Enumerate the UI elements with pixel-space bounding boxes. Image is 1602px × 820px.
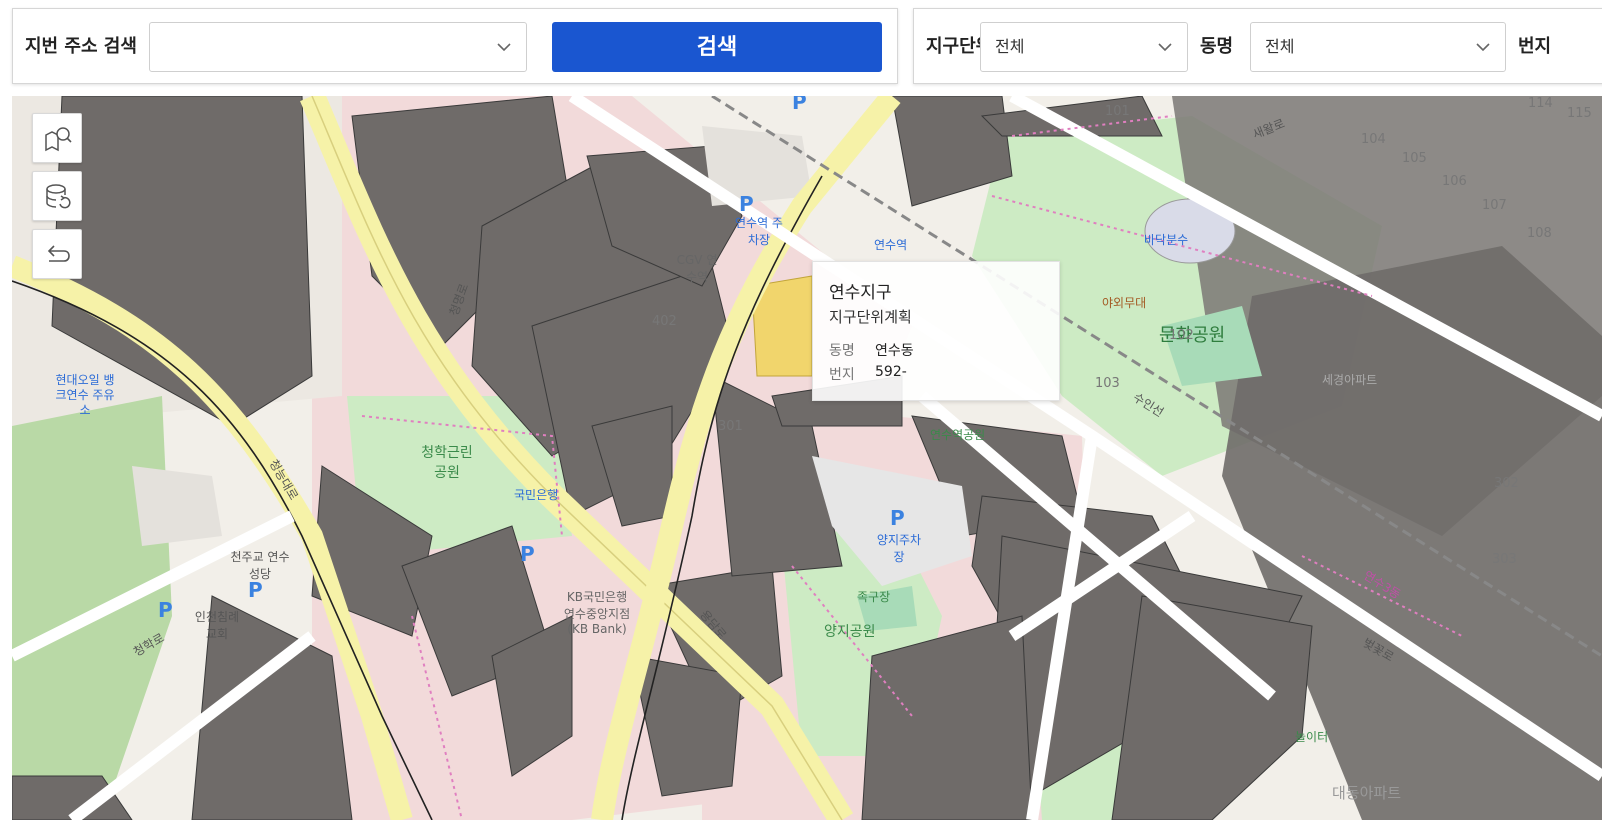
park-label: 양지공원 xyxy=(824,624,876,640)
place-label: KB국민은행 연수중앙지점 (KB Bank) xyxy=(563,590,631,636)
place-label: 세경아파트 xyxy=(1322,373,1378,387)
parking-icon: P xyxy=(792,96,807,114)
database-refresh-icon xyxy=(46,184,71,209)
database-refresh-button[interactable] xyxy=(32,171,82,221)
place-label: 인천침례 교회 xyxy=(194,610,240,641)
building-number: 402 xyxy=(652,314,677,329)
building-number: 301 xyxy=(718,419,743,434)
building-number: 114 xyxy=(1528,96,1553,111)
place-label: 바닥분수 xyxy=(1144,233,1189,247)
map-search-button[interactable] xyxy=(32,113,82,163)
dong-label: 동명 xyxy=(1200,36,1234,57)
building-number: 104 xyxy=(1361,132,1386,147)
undo-icon xyxy=(47,245,70,262)
building-number: 103 xyxy=(1095,376,1120,391)
building-number: 102 xyxy=(1169,328,1194,343)
road-label: 연수역 xyxy=(874,238,908,252)
place-label: 놀이터 xyxy=(1295,730,1329,744)
chevron-down-icon xyxy=(497,43,511,52)
map-base-layer xyxy=(12,96,1602,820)
district-select-value: 전체 xyxy=(995,37,1025,56)
place-label: CGV 연수역 xyxy=(676,253,718,284)
popup-subtitle: 지구단위계획 xyxy=(829,308,912,326)
district-info-popup: 연수지구 지구단위계획 동명 연수동 번지 592- xyxy=(812,261,1060,401)
parking-icon: P xyxy=(739,192,754,216)
undo-button[interactable] xyxy=(32,229,82,279)
place-label: 족구장 xyxy=(857,590,891,604)
popup-bunji-value: 592- xyxy=(875,364,907,380)
building-number: 115 xyxy=(1567,106,1592,121)
popup-dong-key: 동명 xyxy=(829,343,855,359)
building-number: 105 xyxy=(1402,151,1427,166)
parking-icon: P xyxy=(520,542,535,566)
parking-icon: P xyxy=(248,578,263,602)
dong-select-value: 전체 xyxy=(1265,37,1295,56)
building-number: 101 xyxy=(1105,104,1130,119)
parking-icon: P xyxy=(890,506,905,530)
building-number: 107 xyxy=(1482,198,1507,213)
popup-title: 연수지구 xyxy=(829,283,892,303)
jibun-address-select[interactable] xyxy=(149,22,527,72)
place-label: 연수역 주차장 xyxy=(735,216,783,247)
chevron-down-icon xyxy=(1158,43,1172,52)
place-label: 천주교 연수성당 xyxy=(230,550,290,581)
map-search-icon xyxy=(45,127,72,152)
place-label: 현대오일 뱅크연수 주유소 xyxy=(55,373,115,417)
building-number: 302 xyxy=(1494,476,1519,491)
building-number: 303 xyxy=(1492,552,1517,567)
search-button[interactable]: 검색 xyxy=(552,22,882,72)
building-number: 106 xyxy=(1442,174,1467,189)
park-label: 연수역공원 xyxy=(930,428,986,442)
building-number: 108 xyxy=(1527,226,1552,241)
district-select[interactable]: 전체 xyxy=(980,22,1188,72)
jibun-search-panel: 지번 주소 검색 검색 xyxy=(12,8,898,84)
place-label: 양지주차장 xyxy=(876,533,922,564)
chevron-down-icon xyxy=(1476,43,1490,52)
district-filter-panel: 지구단위 전체 동명 전체 번지 xyxy=(913,8,1602,84)
place-label: 야외무대 xyxy=(1102,296,1147,310)
popup-bunji-key: 번지 xyxy=(829,367,855,383)
popup-dong-value: 연수동 xyxy=(875,343,914,359)
jibun-search-label: 지번 주소 검색 xyxy=(25,36,137,57)
place-label: 국민은행 xyxy=(514,488,559,502)
place-label: 대동아파트 xyxy=(1332,784,1402,802)
bunji-label: 번지 xyxy=(1518,36,1552,57)
parking-icon: P xyxy=(158,598,173,622)
park-label: 청학근린공원 xyxy=(421,445,473,481)
dong-select[interactable]: 전체 xyxy=(1250,22,1506,72)
map-view[interactable]: 문화공원 청학근린공원 양지공원 연수역공원 바닥분수 야외무대 현대오일 뱅크… xyxy=(12,96,1602,820)
